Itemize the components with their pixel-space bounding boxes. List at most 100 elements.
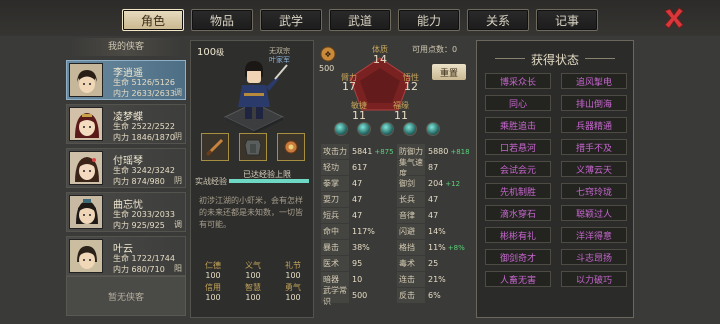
status-item[interactable]: 口若悬河: [485, 139, 551, 155]
status-item[interactable]: 彬彬有礼: [485, 227, 551, 243]
status-item[interactable]: 御剑奇才: [485, 249, 551, 265]
stat-value: 47: [352, 179, 363, 188]
status-item[interactable]: 人畜无害: [485, 271, 551, 287]
status-item[interactable]: 措手不及: [561, 139, 627, 155]
stat-cell: 拳掌 47: [321, 176, 396, 191]
armor-slot[interactable]: [239, 133, 267, 161]
member-mp: 内力 2633/2633: [113, 89, 175, 98]
stat-label: 毒术: [397, 256, 425, 271]
stat-value: 25: [428, 259, 439, 268]
stat-label: 耍刀: [321, 192, 349, 207]
gem-slots: [334, 122, 440, 136]
stat-label: 拳掌: [321, 176, 349, 191]
member-tag: 阴: [174, 132, 182, 141]
character-bio: 初涉江湖的小虾米，会有怎样的未来还都是未知数，一切皆有可能。: [199, 196, 303, 229]
attr-wuxing-value: 12: [404, 80, 418, 93]
gem-icon[interactable]: [403, 122, 417, 136]
member-hp: 生命 2033/2033: [113, 210, 175, 219]
status-item[interactable]: 排山倒海: [561, 95, 627, 111]
stat-row: 轻功 617 集气速度 87: [321, 157, 473, 178]
status-item[interactable]: 先机制胜: [485, 183, 551, 199]
tab-abilities[interactable]: 能力: [398, 9, 460, 31]
member-card[interactable]: 付瑶琴 生命 3242/3242 内力 874/980 阴: [66, 148, 186, 188]
member-hp: 生命 3242/3242: [113, 166, 175, 175]
stat-cell: 音律 47: [397, 208, 472, 223]
status-item[interactable]: 兵器精通: [561, 117, 627, 133]
status-item[interactable]: 会试会元: [485, 161, 551, 177]
status-item[interactable]: 博采众长: [485, 73, 551, 89]
stat-cell: 反击 6%: [397, 288, 472, 303]
tab-items[interactable]: 物品: [191, 9, 253, 31]
stat-row: 医术 95 毒术 25: [321, 256, 473, 271]
stat-cell: 轻功 617: [321, 160, 396, 175]
virtue-stat: 勇气 100: [285, 283, 301, 302]
exp-label: 实战经验: [195, 177, 227, 186]
tab-character[interactable]: 角色: [122, 9, 184, 31]
status-item[interactable]: 义薄云天: [561, 161, 627, 177]
stat-cell: 毒术 25: [397, 256, 472, 271]
status-list: 博采众长 追风掣电 同心 排山倒海 乘胜追击 兵器精通 口若悬河 措手不及 会试会元 义薄云天 先机…: [485, 73, 627, 287]
status-item[interactable]: 乘胜追击: [485, 117, 551, 133]
stat-value: 500: [352, 291, 368, 300]
stat-cell: 短兵 47: [321, 208, 396, 223]
status-item[interactable]: 同心: [485, 95, 551, 111]
status-item[interactable]: 滴水穿石: [485, 205, 551, 221]
gem-icon[interactable]: [426, 122, 440, 136]
gem-icon[interactable]: [334, 122, 348, 136]
status-item[interactable]: 以力破巧: [561, 271, 627, 287]
tab-martial-arts[interactable]: 武学: [260, 9, 322, 31]
stat-bonus: +8%: [447, 243, 465, 252]
exp-bar: [229, 179, 309, 183]
weapon-slot[interactable]: [201, 133, 229, 161]
stat-value: 87: [428, 163, 439, 172]
attr-tizhi-value: 14: [373, 53, 387, 66]
member-card[interactable]: 凌梦蝶 生命 2522/2522 内力 1846/1870 阴: [66, 104, 186, 144]
tab-relations[interactable]: 关系: [467, 9, 529, 31]
stat-label: 攻击力: [321, 144, 349, 159]
tab-martial-way[interactable]: 武道: [329, 9, 391, 31]
tab-journal[interactable]: 记事: [536, 9, 598, 31]
status-item[interactable]: 聪颖过人: [561, 205, 627, 221]
gem-icon[interactable]: [357, 122, 371, 136]
close-button[interactable]: [662, 6, 686, 30]
stat-row: 短兵 47 音律 47: [321, 208, 473, 223]
stat-label: 短兵: [321, 208, 349, 223]
status-item[interactable]: 洋洋得意: [561, 227, 627, 243]
reset-button[interactable]: 重置: [432, 64, 466, 80]
stat-row: 暴击 38% 格挡 11% +8%: [321, 240, 473, 255]
empty-member-slot[interactable]: 暂无侠客: [66, 276, 186, 316]
stat-row: 命中 117% 闪避 14%: [321, 224, 473, 239]
stat-cell: 连击 21%: [397, 272, 472, 287]
virtue-stat: 仁德 100: [205, 261, 221, 280]
member-hp: 生命 5126/5126: [113, 78, 175, 87]
member-card[interactable]: 叶云 生命 1722/1744 内力 680/710 阳: [66, 236, 186, 276]
stat-label: 武学常识: [321, 285, 349, 306]
stat-row: 拳掌 47 御剑 204 +12: [321, 176, 473, 191]
member-card[interactable]: 李逍遥 生命 5126/5126 内力 2633/2633 调: [66, 60, 186, 100]
member-list: 我的侠客 李逍遥 生命 5126/5126 内力 2633/2633 调 凌梦蝶…: [66, 36, 186, 324]
attribute-pentagon: 体质 14 臂力 17 悟性 12 敏捷 11 福缘 11: [340, 45, 420, 122]
stat-value: 47: [352, 195, 363, 204]
member-card[interactable]: 曲忘忧 生命 2033/2033 内力 925/925 调: [66, 192, 186, 232]
stat-cell: 格挡 11% +8%: [397, 240, 472, 255]
status-item[interactable]: 七窍玲珑: [561, 183, 627, 199]
virtue-stats: 仁德 100 义气 100 礼节 100 信用 100 智慧 100 勇气 100: [193, 261, 313, 303]
member-mp: 内力 874/980: [113, 177, 165, 186]
virtue-stat: 义气 100: [245, 261, 261, 280]
stat-cell: 御剑 204 +12: [397, 176, 472, 191]
accessory-icon: [284, 140, 298, 154]
member-tag: 阳: [174, 264, 182, 273]
stat-label: 医术: [321, 256, 349, 271]
stat-label: 集气速度: [397, 157, 425, 178]
accessory-slot[interactable]: [277, 133, 305, 161]
stat-value: 47: [428, 211, 439, 220]
stat-cell: 武学常识 500: [321, 285, 396, 306]
stat-value: 21%: [428, 275, 446, 284]
gem-icon[interactable]: [380, 122, 394, 136]
status-item[interactable]: 斗志昂扬: [561, 249, 627, 265]
status-item[interactable]: 追风掣电: [561, 73, 627, 89]
equipment-slots: [201, 133, 305, 161]
stat-value: 47: [352, 211, 363, 220]
stat-cell: 医术 95: [321, 256, 396, 271]
stat-value: 11%: [428, 243, 446, 252]
